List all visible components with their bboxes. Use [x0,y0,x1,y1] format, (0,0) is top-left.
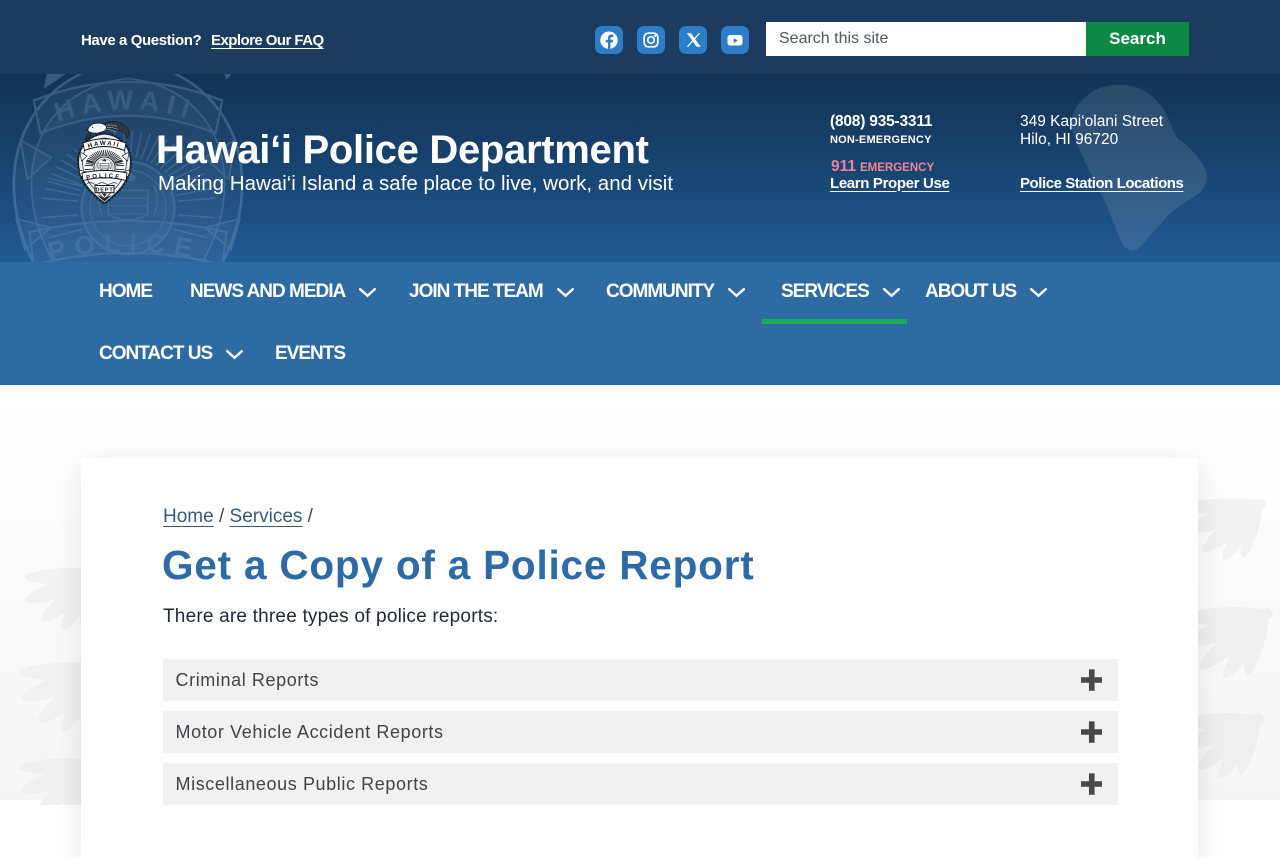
svg-text:POLICE: POLICE [45,227,203,262]
svg-text:DEPT: DEPT [95,187,113,193]
